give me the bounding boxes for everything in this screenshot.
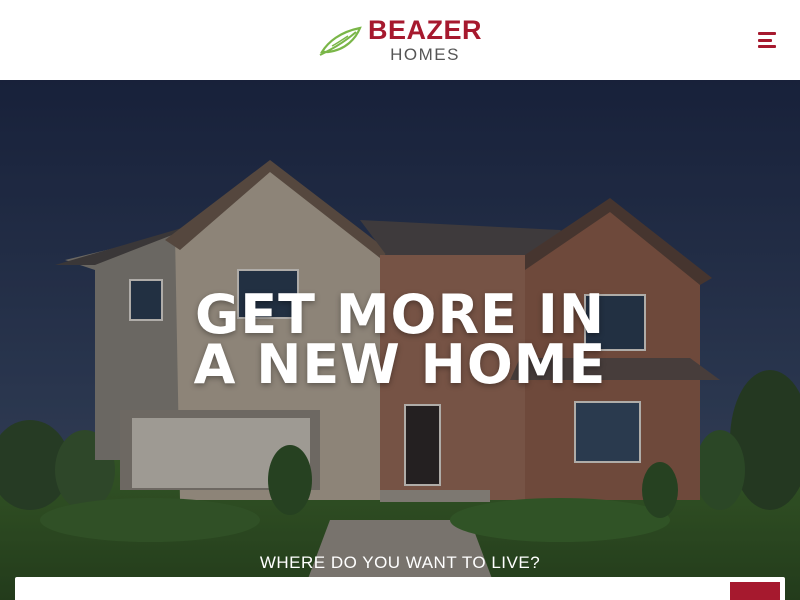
menu-line-top bbox=[758, 32, 776, 35]
logo-secondary-text: HOMES bbox=[390, 45, 460, 64]
hero-banner: GET MORE IN A NEW HOME WHERE DO YOU WANT… bbox=[0, 80, 800, 600]
hero-headline-line-2: A NEW HOME bbox=[193, 333, 607, 396]
search-label: WHERE DO YOU WANT TO LIVE? bbox=[259, 553, 541, 572]
search-button[interactable] bbox=[730, 582, 780, 600]
hamburger-menu-icon[interactable] bbox=[758, 32, 778, 48]
logo-wordmark: BEAZER HOMES bbox=[367, 15, 482, 64]
leaf-logo-icon bbox=[319, 26, 362, 56]
hero-headline: GET MORE IN A NEW HOME bbox=[0, 288, 800, 396]
beazer-homes-logo[interactable]: BEAZER HOMES bbox=[318, 17, 482, 63]
location-search-input[interactable] bbox=[15, 577, 725, 600]
location-search-bar bbox=[15, 577, 785, 600]
menu-line-middle bbox=[758, 38, 772, 42]
site-header: BEAZER HOMES bbox=[0, 0, 800, 80]
menu-line-bottom bbox=[758, 45, 776, 48]
logo-primary-text: BEAZER bbox=[367, 15, 482, 45]
